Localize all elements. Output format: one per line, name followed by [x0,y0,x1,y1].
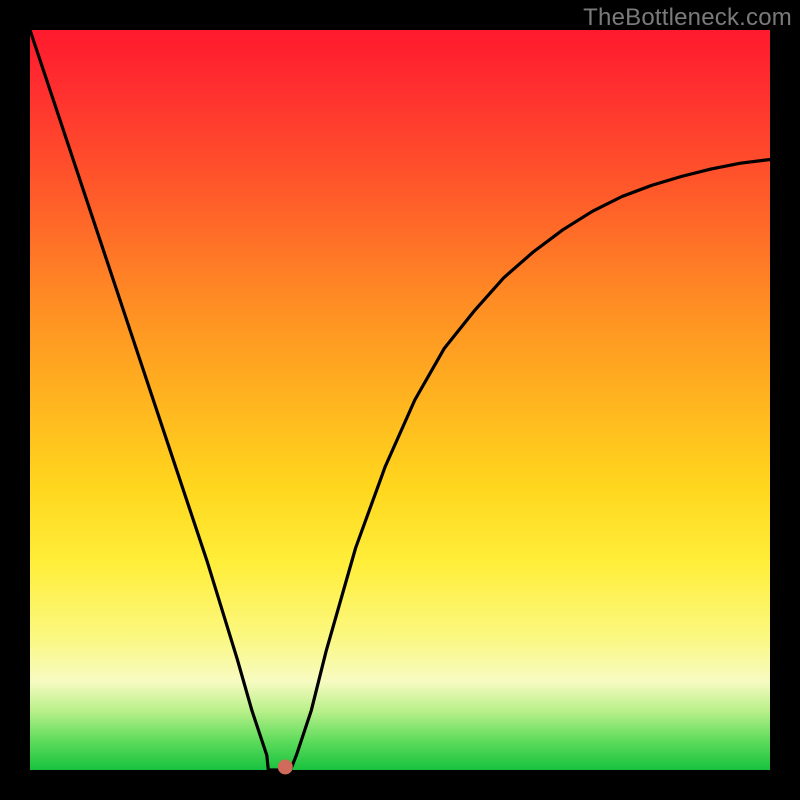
bottleneck-curve-line [30,30,770,770]
chart-svg [30,30,770,770]
watermark-text: TheBottleneck.com [583,4,792,32]
chart-container: TheBottleneck.com [0,0,800,800]
minimum-marker-dot [278,760,292,774]
